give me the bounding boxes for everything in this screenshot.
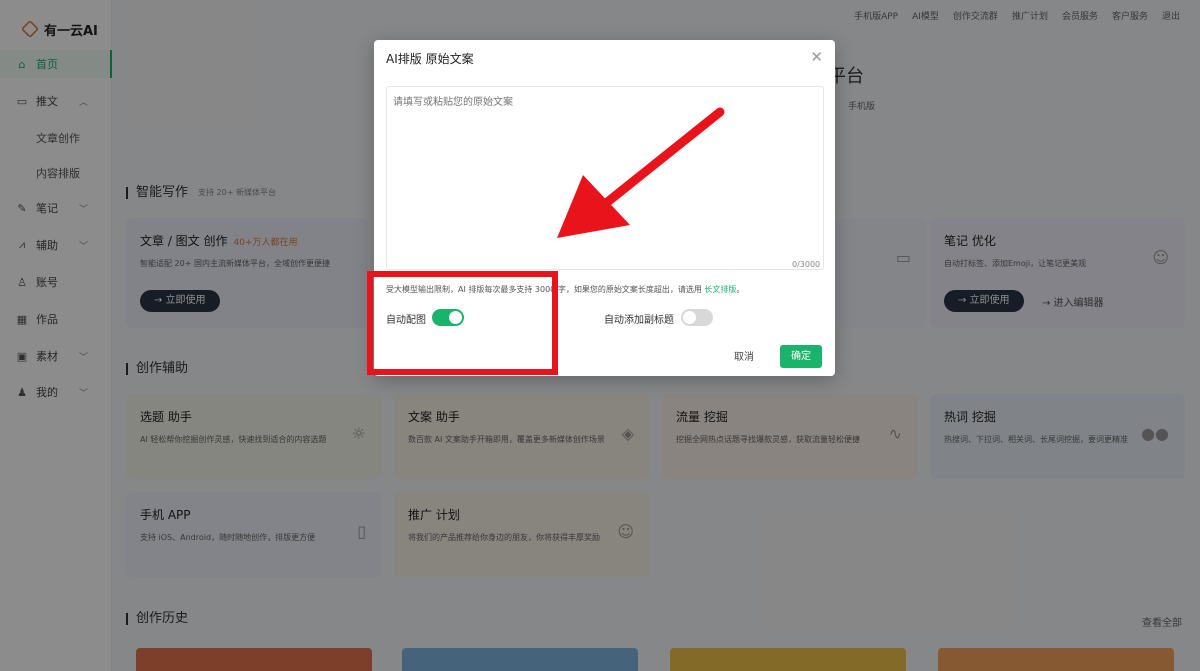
- toggle-knob: [683, 311, 696, 324]
- dialog-title: AI排版 原始文案: [386, 52, 474, 66]
- long-text-layout-link[interactable]: 长文排版: [704, 285, 736, 294]
- confirm-button[interactable]: 确定: [780, 345, 822, 368]
- cancel-button[interactable]: 取消: [734, 348, 754, 363]
- auto-subtitle-label: 自动添加副标题: [604, 315, 674, 326]
- close-icon[interactable]: ✕: [810, 48, 823, 66]
- auto-subtitle-toggle[interactable]: [681, 309, 713, 326]
- notice-end: 。: [736, 285, 745, 294]
- annotation-highlight-box: [367, 271, 558, 375]
- annotation-arrow-icon: [557, 107, 725, 238]
- char-counter: 0/3000: [792, 260, 821, 269]
